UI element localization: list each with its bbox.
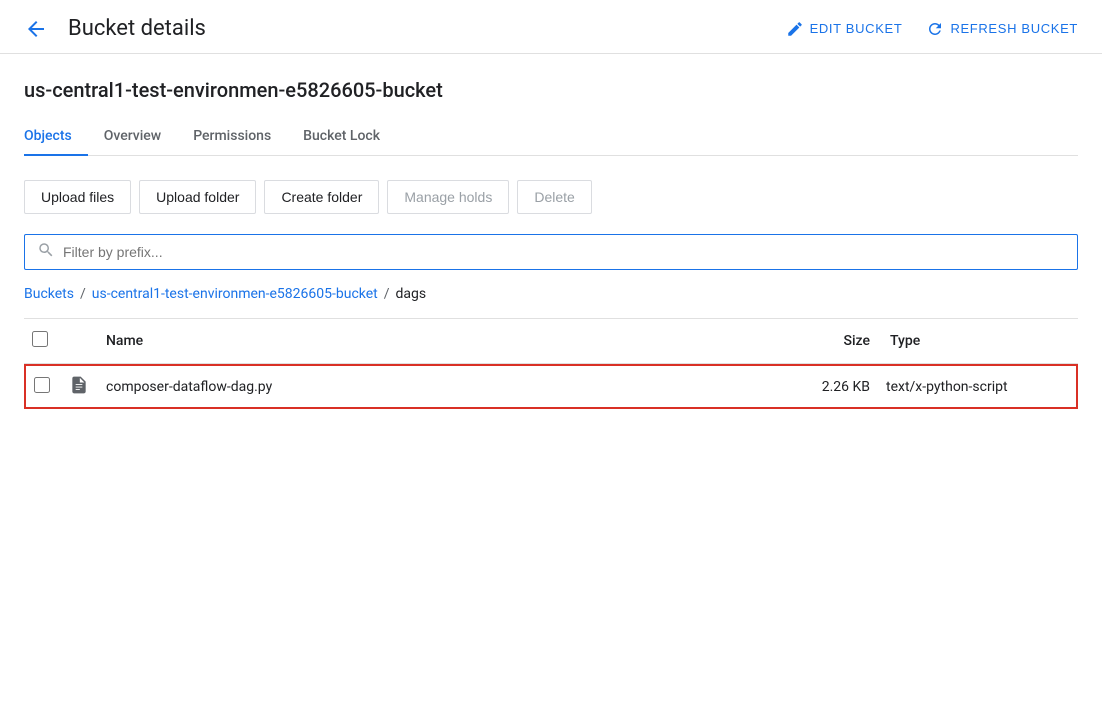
manage-holds-button[interactable]: Manage holds <box>387 180 509 214</box>
table-row: composer-dataflow-dag.py 2.26 KB text/x-… <box>24 364 1078 410</box>
tab-bucket-lock[interactable]: Bucket Lock <box>287 118 396 156</box>
search-bar <box>24 234 1078 270</box>
type-column-header: Type <box>878 319 1078 364</box>
breadcrumb-sep-2: / <box>384 286 390 302</box>
search-input[interactable] <box>63 244 1065 260</box>
file-doc-icon <box>68 374 90 396</box>
breadcrumb-buckets-link[interactable]: Buckets <box>24 286 74 302</box>
select-all-checkbox[interactable] <box>32 331 48 347</box>
breadcrumb: Buckets / us-central1-test-environmen-e5… <box>24 286 1078 302</box>
edit-bucket-label: EDIT BUCKET <box>810 21 903 36</box>
bucket-name: us-central1-test-environmen-e5826605-buc… <box>24 78 1078 102</box>
delete-button[interactable]: Delete <box>517 180 591 214</box>
size-column-header: Size <box>778 319 878 364</box>
breadcrumb-bucket-link[interactable]: us-central1-test-environmen-e5826605-buc… <box>92 286 378 302</box>
file-size-cell: 2.26 KB <box>778 364 878 410</box>
tab-objects[interactable]: Objects <box>24 118 88 156</box>
refresh-bucket-button[interactable]: REFRESH BUCKET <box>926 20 1078 38</box>
file-type-cell: text/x-python-script <box>878 364 1078 410</box>
create-folder-button[interactable]: Create folder <box>264 180 379 214</box>
file-table: Name Size Type composer-dataflow-dag.py <box>24 319 1078 409</box>
row-checkbox[interactable] <box>34 377 50 393</box>
row-checkbox-cell <box>24 364 60 410</box>
select-all-header <box>24 319 60 364</box>
upload-files-button[interactable]: Upload files <box>24 180 131 214</box>
main-content: us-central1-test-environmen-e5826605-buc… <box>0 54 1102 409</box>
refresh-bucket-label: REFRESH BUCKET <box>950 21 1078 36</box>
file-name-cell[interactable]: composer-dataflow-dag.py <box>98 364 778 410</box>
edit-bucket-button[interactable]: EDIT BUCKET <box>786 20 903 38</box>
tabs-bar: Objects Overview Permissions Bucket Lock <box>24 118 1078 156</box>
page-header: Bucket details EDIT BUCKET REFRESH BUCKE… <box>0 0 1102 54</box>
upload-folder-button[interactable]: Upload folder <box>139 180 256 214</box>
back-button[interactable] <box>24 17 48 41</box>
search-icon <box>37 241 55 263</box>
action-buttons-bar: Upload files Upload folder Create folder… <box>24 180 1078 214</box>
page-title: Bucket details <box>68 16 770 41</box>
name-column-header: Name <box>98 319 778 364</box>
table-header-row: Name Size Type <box>24 319 1078 364</box>
breadcrumb-current: dags <box>396 286 427 302</box>
file-icon-cell <box>60 364 98 410</box>
tab-overview[interactable]: Overview <box>88 118 177 156</box>
icon-header <box>60 319 98 364</box>
breadcrumb-sep-1: / <box>80 286 86 302</box>
header-actions: EDIT BUCKET REFRESH BUCKET <box>786 20 1078 38</box>
tab-permissions[interactable]: Permissions <box>177 118 287 156</box>
